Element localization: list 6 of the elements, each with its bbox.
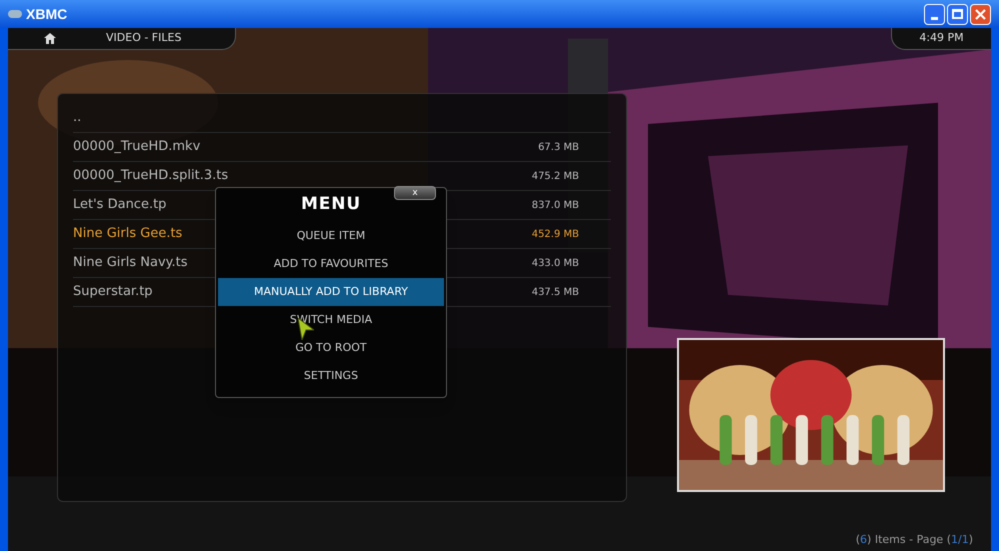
close-icon — [975, 8, 986, 20]
close-button[interactable] — [970, 4, 991, 24]
minimize-button[interactable] — [924, 4, 945, 24]
maximize-button[interactable] — [947, 4, 968, 24]
window-title: XBMC — [26, 4, 68, 24]
app-icon — [8, 10, 22, 18]
